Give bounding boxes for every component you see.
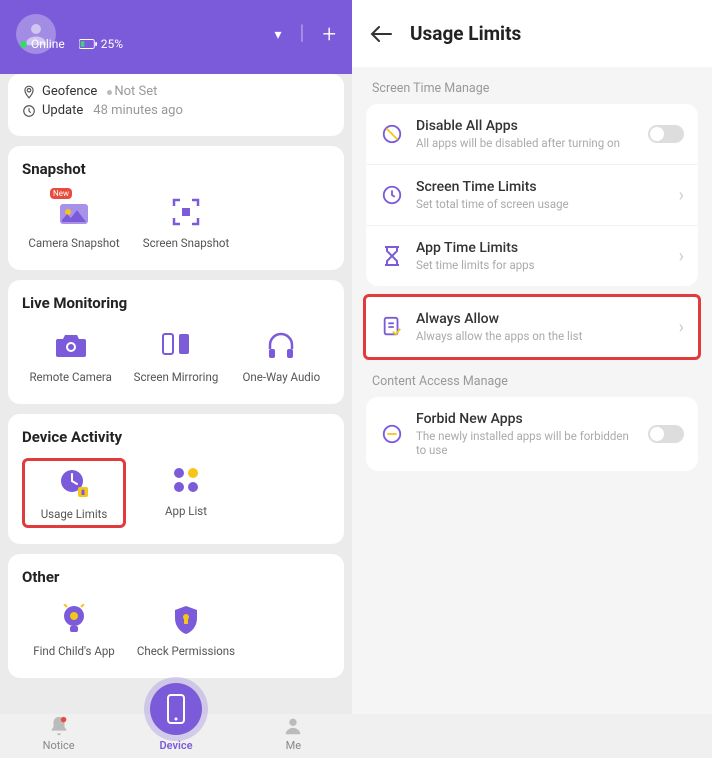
add-button[interactable]: + [322, 20, 336, 48]
camera-snapshot-icon: New [56, 194, 92, 230]
nav-me[interactable]: Me [253, 715, 333, 752]
right-header: Usage Limits [352, 0, 712, 67]
screen-snapshot-icon [168, 194, 204, 230]
geofence-row[interactable]: Geofence Not Set [22, 84, 330, 99]
find-childs-app-item[interactable]: Find Child's App [22, 598, 126, 662]
section-title: Snapshot [22, 160, 330, 178]
one-way-audio-item[interactable]: One-Way Audio [233, 324, 330, 388]
chevron-right-icon: › [679, 317, 684, 338]
clock-icon [380, 183, 404, 207]
update-row[interactable]: Update 48 minutes ago [22, 103, 330, 118]
app-list-icon [168, 462, 204, 498]
screen-time-limits-row[interactable]: Screen Time Limits Set total time of scr… [366, 165, 698, 226]
battery-indicator: 25% [79, 37, 123, 51]
forbid-icon [380, 422, 404, 446]
disable-all-apps-row[interactable]: Disable All Apps All apps will be disabl… [366, 104, 698, 165]
live-monitoring-section: Live Monitoring Remote Camera Screen Mir… [8, 280, 344, 404]
always-allow-card: Always Allow Always allow the apps on th… [363, 294, 701, 360]
usage-limits-item[interactable]: Usage Limits [22, 458, 126, 528]
bottom-nav: Notice Device Me [0, 688, 352, 758]
camera-snapshot-item[interactable]: New Camera Snapshot [22, 190, 126, 254]
remote-camera-item[interactable]: Remote Camera [22, 324, 119, 388]
checklist-icon [380, 315, 404, 339]
content-access-manage-label: Content Access Manage [352, 360, 712, 397]
usage-limits-icon [56, 465, 92, 501]
nav-device[interactable]: Device [136, 683, 216, 752]
section-title: Other [22, 568, 330, 586]
forbid-new-apps-row[interactable]: Forbid New Apps The newly installed apps… [366, 397, 698, 471]
shield-icon [168, 602, 204, 638]
disable-toggle[interactable] [648, 125, 684, 143]
disable-icon [380, 122, 404, 146]
app-time-limits-row[interactable]: App Time Limits Set time limits for apps… [366, 226, 698, 286]
section-title: Live Monitoring [22, 294, 330, 312]
chevron-right-icon: › [679, 185, 684, 206]
mirroring-icon [158, 328, 194, 364]
header: Online 25% | + [0, 0, 352, 74]
back-button[interactable] [370, 25, 392, 43]
online-status: Online [20, 37, 65, 51]
other-section: Other Find Child's App Check Permissions [8, 554, 344, 678]
screen-time-manage-label: Screen Time Manage [352, 67, 712, 104]
usage-limits-screen: Usage Limits Screen Time Manage Disable … [352, 0, 712, 714]
content-access-card: Forbid New Apps The newly installed apps… [366, 397, 698, 471]
always-allow-row[interactable]: Always Allow Always allow the apps on th… [366, 297, 698, 357]
headphones-icon [263, 328, 299, 364]
camera-icon [53, 328, 89, 364]
status-card: Geofence Not Set Update 48 minutes ago [8, 74, 344, 136]
check-permissions-item[interactable]: Check Permissions [134, 598, 238, 662]
page-title: Usage Limits [410, 22, 521, 45]
device-activity-section: Device Activity Usage Limits App List [8, 414, 344, 544]
chevron-right-icon: › [679, 246, 684, 267]
app-list-item[interactable]: App List [134, 458, 238, 528]
snapshot-section: Snapshot New Camera Snapshot Screen Snap… [8, 146, 344, 270]
screen-mirroring-item[interactable]: Screen Mirroring [127, 324, 224, 388]
screen-snapshot-item[interactable]: Screen Snapshot [134, 190, 238, 254]
forbid-toggle[interactable] [648, 425, 684, 443]
lightbulb-icon [56, 602, 92, 638]
dropdown-button[interactable] [275, 20, 282, 48]
section-title: Device Activity [22, 428, 330, 446]
device-icon [150, 683, 202, 735]
hourglass-icon [380, 244, 404, 268]
main-screen: Online 25% | + Geofence Not Set Update [0, 0, 352, 714]
screen-time-card: Disable All Apps All apps will be disabl… [366, 104, 698, 286]
nav-notice[interactable]: Notice [19, 715, 99, 752]
